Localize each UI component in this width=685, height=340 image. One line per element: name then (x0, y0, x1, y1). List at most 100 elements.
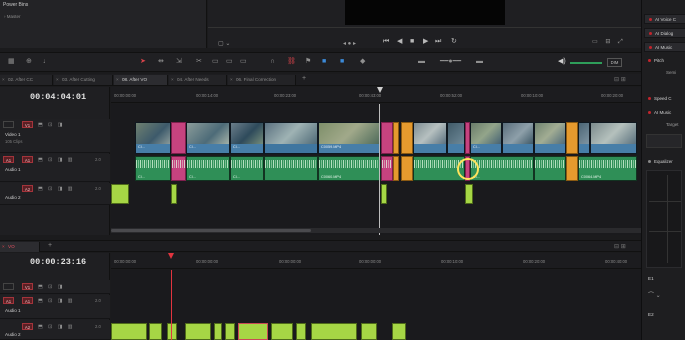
tab-after-vo[interactable]: × 08. After VO (114, 75, 168, 85)
track-header-audio2[interactable]: A2 ⬒ ⊡ ◨ ▥ 2.0 Audio 2 (0, 183, 110, 205)
mic-icon[interactable]: ♩ (43, 58, 50, 65)
timeline1-playhead[interactable] (379, 104, 380, 235)
track-v1-badge[interactable]: V1 (22, 283, 33, 290)
track-a2-badge[interactable]: A2 (22, 323, 33, 330)
stop-icon[interactable]: ■ (410, 38, 414, 45)
vo-clip-selected[interactable] (238, 323, 268, 340)
close-icon[interactable]: × (56, 75, 59, 85)
master-bin[interactable]: › Master (4, 14, 21, 19)
tab-vo[interactable]: × VO (0, 242, 40, 252)
panel-item-ai-dialog[interactable]: AI Dialog (644, 28, 685, 38)
audio-clip-marked[interactable] (171, 156, 186, 181)
link-icon[interactable]: ⛓ (287, 58, 296, 65)
step-back-icon[interactable]: ◀ (397, 38, 402, 45)
video-clip[interactable]: Cl... (135, 122, 171, 154)
snapping-icon[interactable]: ∩ (270, 58, 275, 65)
video-clip[interactable] (502, 122, 534, 154)
close-icon[interactable]: × (230, 75, 233, 85)
target-control[interactable] (646, 134, 682, 148)
track-a1-source-badge[interactable]: A1 (3, 156, 14, 163)
vo-clip[interactable] (171, 184, 177, 204)
viewer-option-icon[interactable]: ▢ ⌄ (218, 40, 230, 47)
layout-icon[interactable]: ▦ (8, 58, 15, 65)
playhead-handle[interactable] (168, 253, 174, 259)
vo-clip[interactable] (296, 323, 306, 340)
video-clip[interactable]: Cl... (230, 122, 264, 154)
track-a1-badge[interactable]: A1 (22, 156, 33, 163)
replace-icon[interactable]: ▭ (240, 58, 247, 65)
track-a2-lock-icon[interactable]: ⬒ ⊡ ◨ ▥ (38, 186, 75, 192)
tab-after-needs[interactable]: × 04. After Needs (169, 75, 227, 85)
video-clip[interactable]: Cl... (186, 122, 230, 154)
track-header-audio1[interactable]: A1 A1 ⬒ ⊡ ◨ ▥ 2.0 Audio 1 (0, 154, 110, 182)
vo-clip[interactable] (111, 323, 147, 340)
selection-tool-icon[interactable]: ➤ (140, 58, 146, 65)
video-clip[interactable]: C0059.MP4 (318, 122, 381, 154)
timeline2-playhead[interactable] (171, 270, 172, 340)
trim-tool-icon[interactable]: ⇹ (158, 58, 164, 65)
add-tab-icon[interactable]: + (48, 242, 52, 249)
audio-clip[interactable]: Cl... (186, 156, 230, 181)
flag-icon[interactable]: ⚑ (305, 58, 311, 65)
audio-clip[interactable] (264, 156, 318, 181)
panel-item-speed[interactable]: Speed C (644, 94, 685, 104)
track-header-audio2[interactable]: A2 ⬒ ⊡ ◨ ▥ 2.0 Audio 2 (0, 320, 110, 340)
audio-clip[interactable]: Cl... (135, 156, 171, 181)
vo-clip[interactable] (185, 323, 211, 340)
audio-clip[interactable]: Cl... (470, 156, 534, 181)
close-icon[interactable]: × (171, 75, 174, 85)
audio-clip-marked[interactable] (381, 156, 393, 181)
dim-button[interactable]: DIM (607, 58, 622, 67)
flag-color-icon[interactable]: ■ (322, 58, 326, 65)
timeline1-ruler[interactable]: 00:00:00:00 00:00:14:00 00:00:23:00 00:0… (111, 87, 641, 103)
track-a1-badge[interactable]: A1 (22, 297, 33, 304)
add-tab-icon[interactable]: + (302, 75, 306, 82)
tab-after-cutting[interactable]: × 03. After Cutting (54, 75, 113, 85)
track-v1-lock-icon[interactable]: ⬒ ⊡ ◨ (38, 122, 64, 128)
close-icon[interactable]: × (116, 75, 119, 85)
video-clip[interactable] (264, 122, 318, 154)
panel-item-ai-music[interactable]: AI Music (644, 42, 685, 52)
tab-final-correction[interactable]: × 06. Final Correction (228, 75, 296, 85)
tab-options-icon[interactable]: ⊟ ⊞ (614, 76, 626, 83)
zoom-out-icon[interactable]: ▬ (418, 58, 425, 65)
curve-icon[interactable]: ⌒ ⌄ (648, 290, 661, 299)
vo-clip[interactable] (271, 323, 293, 340)
zoom-slider[interactable]: ━━●━━ (440, 58, 461, 65)
vo-clip[interactable] (214, 323, 222, 340)
vo-clip[interactable] (225, 323, 235, 340)
timeline1-hscroll[interactable] (111, 228, 641, 233)
track-a1-source-badge[interactable]: A1 (3, 297, 14, 304)
video-clip[interactable] (413, 122, 447, 154)
track-header-video1[interactable]: V1 ⬒ ⊡ ◨ Video 1 105 Clips (0, 119, 110, 153)
volume-slider[interactable] (570, 62, 602, 64)
vo-clip[interactable] (465, 184, 473, 204)
video-clip[interactable] (447, 122, 465, 154)
play-icon[interactable]: ▶ (423, 38, 428, 45)
video-clip[interactable] (534, 122, 566, 154)
video-clip[interactable]: Cl... (470, 122, 502, 154)
close-icon[interactable]: × (2, 75, 5, 85)
video-clip-marked[interactable] (401, 122, 413, 154)
zoom-in-icon[interactable]: ▬ (476, 58, 483, 65)
loop-icon[interactable]: ↻ (451, 38, 457, 45)
tab-after-cc[interactable]: × 02. After CC (0, 75, 53, 85)
audio-clip[interactable] (534, 156, 566, 181)
scroll-thumb[interactable] (111, 229, 311, 232)
panel-item-ai-voice[interactable]: AI Voice C (644, 14, 685, 24)
audio-clip[interactable]: C0060.MP4 (318, 156, 381, 181)
timeline2-ruler[interactable]: 00:00:00:00 00:00:00:00 00:00:00:00 00:0… (111, 253, 641, 269)
vo-clip[interactable] (381, 184, 387, 204)
track-v1-lock-icon[interactable]: ⬒ ⊡ ◨ (38, 284, 64, 290)
jog-icon[interactable]: ◂ ● ▸ (343, 40, 356, 47)
marker-color-icon[interactable]: ■ (340, 58, 344, 65)
vo-clip[interactable] (361, 323, 377, 340)
track-header-audio1[interactable]: A1 A1 ⬒ ⊡ ◨ ▥ 2.0 Audio 1 (0, 295, 110, 319)
eq-band-1[interactable]: E1 (648, 276, 654, 281)
tab-options-icon[interactable]: ⊟ ⊞ (614, 243, 626, 250)
vo-clip[interactable] (111, 184, 129, 204)
audio-clip[interactable]: C0064.MP4 (578, 156, 637, 181)
eq-graph[interactable] (646, 170, 682, 268)
video-clip[interactable] (578, 122, 590, 154)
marker-icon[interactable]: ◆ (360, 58, 365, 65)
